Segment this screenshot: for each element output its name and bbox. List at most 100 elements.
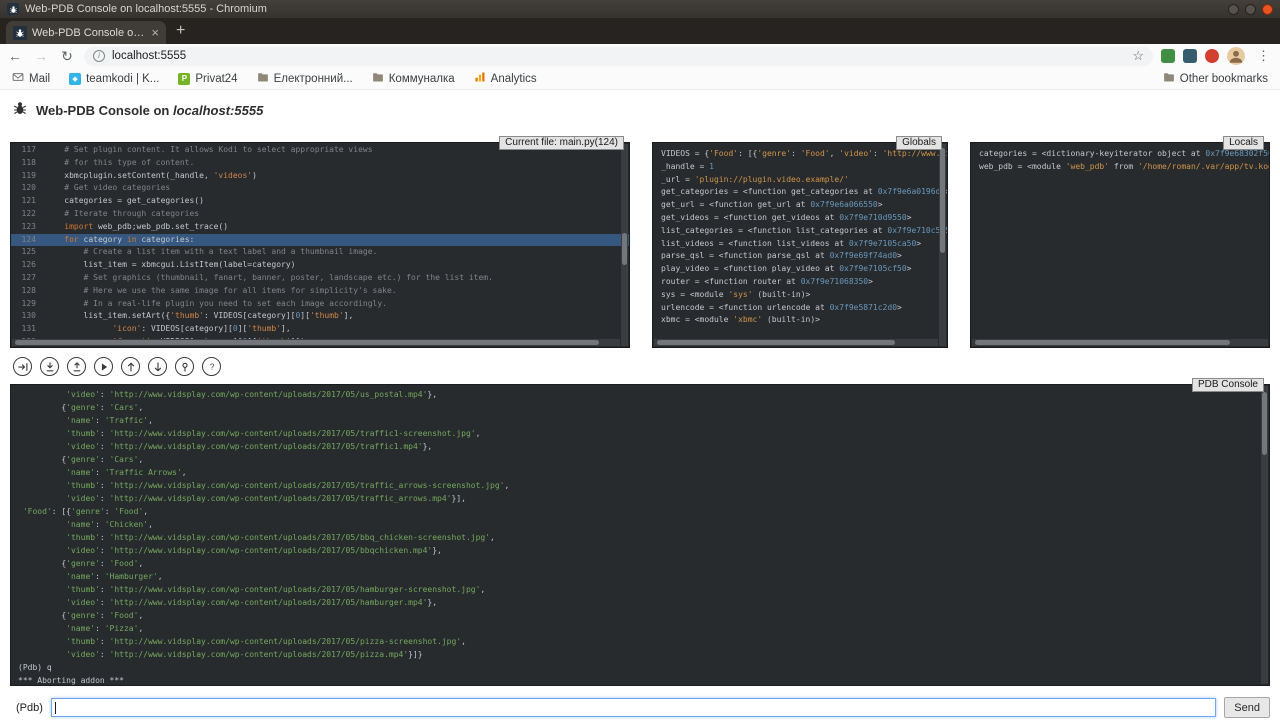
- bookmark-star-icon[interactable]: ☆: [1132, 48, 1144, 64]
- top-panels: Current file: main.py(124) 117 # Set plu…: [10, 142, 1270, 348]
- code-line: 118 # for this type of content.: [11, 157, 629, 170]
- text-segment: ,: [490, 533, 495, 542]
- text-segment: play_video = <function play_video at: [661, 264, 839, 273]
- send-button[interactable]: Send: [1224, 697, 1270, 718]
- text-segment: : [{: [52, 507, 71, 516]
- code-horizontal-scrollbar[interactable]: [12, 339, 620, 346]
- forward-button[interactable]: →: [32, 49, 50, 63]
- globals-horizontal-scrollbar[interactable]: [654, 339, 938, 346]
- pdb-command-input[interactable]: [51, 698, 1216, 717]
- text-segment: [18, 468, 66, 477]
- address-bar[interactable]: i localhost:5555 ☆: [84, 47, 1153, 66]
- text-segment: [18, 442, 66, 451]
- bookmark-teamkodi[interactable]: ◆ teamkodi | K...: [69, 73, 159, 85]
- text-segment: :: [100, 442, 110, 451]
- text-line: 'thumb': 'http://www.vidsplay.com/wp-con…: [18, 583, 1269, 596]
- locals-panel: Locals categories = <dictionary-keyitera…: [970, 142, 1270, 348]
- minimize-button[interactable]: [1228, 4, 1239, 15]
- code-line: 125 # Create a list item with a text lab…: [11, 246, 629, 259]
- locals-chip: Locals: [1223, 136, 1264, 150]
- text-segment: },: [427, 390, 437, 399]
- text-segment: # Iterate through categories: [45, 209, 199, 218]
- text-segment: 'thumb': [66, 637, 100, 646]
- other-bookmarks-label: Other bookmarks: [1180, 73, 1268, 85]
- bookmark-mail[interactable]: Mail: [12, 71, 50, 86]
- tab-close-icon[interactable]: ×: [151, 26, 159, 39]
- window-controls: [1228, 4, 1273, 15]
- new-tab-button[interactable]: +: [166, 22, 195, 44]
- text-segment: >: [878, 200, 883, 209]
- code-line: 131 'icon': VIDEOS[category][0]['thumb']…: [11, 323, 629, 336]
- up-button[interactable]: [121, 357, 140, 376]
- text-segment: : VIDEOS[category][: [141, 324, 233, 333]
- text-line: 'name': 'Chicken',: [18, 518, 1269, 531]
- text-segment: in: [127, 235, 137, 244]
- bookmark-label: Privat24: [195, 73, 237, 85]
- text-segment: _handle =: [661, 162, 709, 171]
- text-segment: 'name': [66, 520, 95, 529]
- text-segment: 'genre': [66, 559, 100, 568]
- text-segment: },: [423, 442, 433, 451]
- kodi-favicon: ◆: [69, 73, 81, 85]
- console-vertical-scrollbar[interactable]: [1261, 386, 1268, 684]
- text-segment: 'genre': [71, 507, 105, 516]
- bookmark-folder-electronic[interactable]: Електронний...: [257, 71, 353, 86]
- extension-icon-2[interactable]: [1183, 49, 1197, 63]
- tab-favicon-icon: [13, 26, 27, 40]
- text-segment: list_videos = <function list_videos at: [661, 239, 849, 248]
- continue-button[interactable]: [94, 357, 113, 376]
- extension-icon-1[interactable]: [1161, 49, 1175, 63]
- help-button[interactable]: ?: [202, 357, 221, 376]
- text-segment: 'video': [66, 598, 100, 607]
- text-segment: xbmc = <module: [661, 315, 733, 324]
- reload-button[interactable]: ↻: [58, 49, 76, 63]
- text-segment: :: [95, 572, 105, 581]
- where-button[interactable]: [175, 357, 194, 376]
- bookmark-privat24[interactable]: P Privat24: [178, 73, 237, 85]
- step-out-button[interactable]: [67, 357, 86, 376]
- bookmark-analytics[interactable]: Analytics: [474, 71, 537, 86]
- other-bookmarks-button[interactable]: Other bookmarks: [1163, 71, 1268, 86]
- text-segment: 'plugin://plugin.video.example/': [695, 175, 849, 184]
- text-segment: VIDEOS = {: [661, 149, 709, 158]
- text-segment: 'name': [66, 624, 95, 633]
- extension-icon-3[interactable]: [1205, 49, 1219, 63]
- text-segment: # for this type of content.: [45, 158, 194, 167]
- back-button[interactable]: ←: [6, 49, 24, 63]
- code-line: 120 # Get video categories: [11, 182, 629, 195]
- text-segment: :: [100, 494, 110, 503]
- browser-menu-button[interactable]: ⋮: [1253, 48, 1274, 64]
- text-segment: # Get video categories: [45, 183, 170, 192]
- profile-avatar[interactable]: [1227, 47, 1245, 65]
- maximize-button[interactable]: [1245, 4, 1256, 15]
- code-vertical-scrollbar[interactable]: [621, 144, 628, 346]
- close-button[interactable]: [1262, 4, 1273, 15]
- text-line: 'video': 'http://www.vidsplay.com/wp-con…: [18, 388, 1269, 401]
- text-line: 'video': 'http://www.vidsplay.com/wp-con…: [18, 440, 1269, 453]
- text-segment: :: [100, 390, 110, 399]
- text-segment: 'thumb': [66, 533, 100, 542]
- globals-lines: VIDEOS = {'Food': [{'genre': 'Food', 'vi…: [653, 143, 947, 327]
- line-number: 123: [11, 221, 45, 234]
- text-segment: :: [100, 546, 110, 555]
- text-segment: 'thumb': [170, 311, 204, 320]
- site-info-icon[interactable]: i: [93, 50, 105, 62]
- line-number: 119: [11, 170, 45, 183]
- locals-horizontal-scrollbar[interactable]: [972, 339, 1268, 346]
- text-segment: 'Pizza': [105, 624, 139, 633]
- browser-tab[interactable]: Web-PDB Console on localhost:5555 ×: [6, 21, 166, 44]
- next-button[interactable]: [13, 357, 32, 376]
- step-into-button[interactable]: [40, 357, 59, 376]
- command-row: (Pdb) Send: [16, 697, 1270, 718]
- globals-vertical-scrollbar[interactable]: [939, 144, 946, 346]
- page-header: Web-PDB Console on localhost:5555: [12, 100, 1270, 120]
- bookmark-folder-kommunalka[interactable]: Коммуналка: [372, 71, 455, 86]
- analytics-icon: [474, 71, 486, 86]
- text-segment: [18, 429, 66, 438]
- console-lines: 'video': 'http://www.vidsplay.com/wp-con…: [11, 385, 1269, 685]
- down-button[interactable]: [148, 357, 167, 376]
- text-line: 'Food': [{'genre': 'Food',: [18, 505, 1269, 518]
- text-segment: 0x7f9e68302f50: [1205, 149, 1269, 158]
- line-number: 121: [11, 195, 45, 208]
- text-segment: ,: [138, 455, 143, 464]
